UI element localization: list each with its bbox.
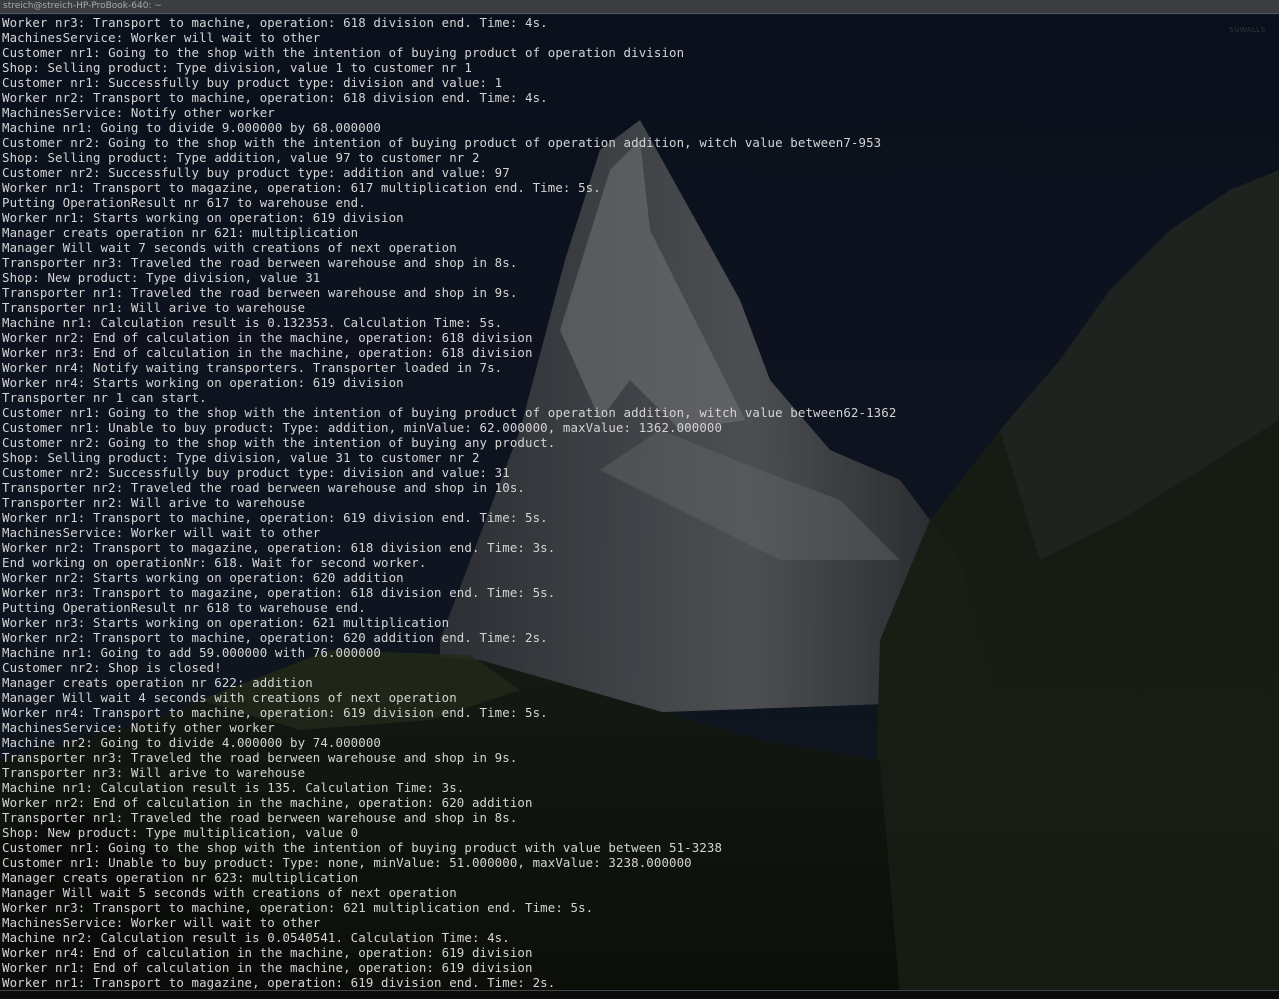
terminal-window[interactable]: Worker nr3: Transport to machine, operat… [0,15,1279,991]
terminal-line: Manager Will wait 7 seconds with creatio… [2,240,457,255]
terminal-line: Transporter nr2: Traveled the road berwe… [2,480,526,495]
terminal-line: Worker nr2: Starts working on operation:… [2,570,404,585]
terminal-line: Shop: Selling product: Type division, va… [2,60,472,75]
terminal-line: Worker nr1: Transport to magazine, opera… [2,180,601,195]
terminal-line: Worker nr3: Transport to machine, operat… [2,900,594,915]
terminal-line: Customer nr2: Shop is closed! [2,660,222,675]
terminal-line: Customer nr1: Going to the shop with the… [2,405,897,420]
terminal-line: MachinesService: Worker will wait to oth… [2,915,321,930]
terminal-line: Manager creats operation nr 621: multipl… [2,225,359,240]
terminal-line: Customer nr2: Going to the shop with the… [2,435,556,450]
terminal-line: Worker nr3: Starts working on operation:… [2,615,450,630]
terminal-line: Worker nr2: Transport to machine, operat… [2,90,548,105]
terminal-line: Customer nr2: Successfully buy product t… [2,465,510,480]
terminal-line: Machine nr1: Calculation result is 0.132… [2,315,503,330]
terminal-line: Worker nr2: End of calculation in the ma… [2,330,533,345]
terminal-line: Manager Will wait 5 seconds with creatio… [2,885,457,900]
terminal-line: Shop: Selling product: Type addition, va… [2,150,480,165]
terminal-line: Customer nr2: Going to the shop with the… [2,135,882,150]
terminal-line: End working on operationNr: 618. Wait fo… [2,555,427,570]
terminal-line: Machine nr1: Going to add 59.000000 with… [2,645,381,660]
terminal-line: Worker nr2: Transport to machine, operat… [2,630,548,645]
terminal-line: Transporter nr2: Will arive to warehouse [2,495,306,510]
terminal-line: Transporter nr1: Traveled the road berwe… [2,810,518,825]
terminal-line: Customer nr1: Going to the shop with the… [2,45,685,60]
terminal-line: Shop: Selling product: Type division, va… [2,450,480,465]
terminal-line: Worker nr3: Transport to magazine, opera… [2,585,556,600]
terminal-line: Worker nr1: Transport to machine, operat… [2,510,548,525]
terminal-line: Customer nr2: Successfully buy product t… [2,165,510,180]
terminal-line: Transporter nr1: Will arive to warehouse [2,300,306,315]
terminal-line: MachinesService: Notify other worker [2,105,275,120]
terminal-line: Customer nr1: Unable to buy product: Typ… [2,420,723,435]
terminal-line: Worker nr3: Transport to machine, operat… [2,15,548,30]
terminal-line: Worker nr1: Starts working on operation:… [2,210,404,225]
terminal-line: Worker nr4: Transport to machine, operat… [2,705,548,720]
terminal-line: Machine nr2: Going to divide 4.000000 by… [2,735,381,750]
terminal-line: Worker nr4: End of calculation in the ma… [2,945,533,960]
terminal-line: Putting OperationResult nr 617 to wareho… [2,195,366,210]
terminal-line: Worker nr1: Transport to magazine, opera… [2,975,556,990]
terminal-line: Putting OperationResult nr 618 to wareho… [2,600,366,615]
terminal-line: Shop: New product: Type multiplication, … [2,825,359,840]
terminal-line: Transporter nr1: Traveled the road berwe… [2,285,518,300]
terminal-line: Manager creats operation nr 623: multipl… [2,870,359,885]
window-titlebar[interactable]: streich@streich-HP-ProBook-640: ~ [0,0,1279,14]
terminal-line: Worker nr1: End of calculation in the ma… [2,960,533,975]
terminal-line: Worker nr2: Transport to magazine, opera… [2,540,556,555]
terminal-line: Customer nr1: Successfully buy product t… [2,75,503,90]
terminal-line: Worker nr4: Notify waiting transporters.… [2,360,503,375]
terminal-line: Customer nr1: Going to the shop with the… [2,840,723,855]
terminal-line: Customer nr1: Unable to buy product: Typ… [2,855,692,870]
terminal-line: Shop: New product: Type division, value … [2,270,321,285]
terminal-line: Worker nr2: End of calculation in the ma… [2,795,533,810]
terminal-line: Machine nr1: Calculation result is 135. … [2,780,465,795]
terminal-line: Worker nr4: Starts working on operation:… [2,375,404,390]
terminal-output: Worker nr3: Transport to machine, operat… [0,15,1279,991]
terminal-line: Worker nr3: End of calculation in the ma… [2,345,533,360]
terminal-line: MachinesService: Worker will wait to oth… [2,525,321,540]
terminal-line: MachinesService: Notify other worker [2,720,275,735]
terminal-line: Machine nr1: Going to divide 9.000000 by… [2,120,381,135]
terminal-line: Transporter nr 1 can start. [2,390,207,405]
terminal-line: Transporter nr3: Will arive to warehouse [2,765,306,780]
terminal-line: Machine nr2: Calculation result is 0.054… [2,930,510,945]
terminal-line: Manager creats operation nr 622: additio… [2,675,313,690]
terminal-line: Transporter nr3: Traveled the road berwe… [2,255,518,270]
terminal-line: MachinesService: Worker will wait to oth… [2,30,321,45]
terminal-line: Transporter nr3: Traveled the road berwe… [2,750,518,765]
terminal-line: Manager Will wait 4 seconds with creatio… [2,690,457,705]
window-title: streich@streich-HP-ProBook-640: ~ [3,1,162,11]
